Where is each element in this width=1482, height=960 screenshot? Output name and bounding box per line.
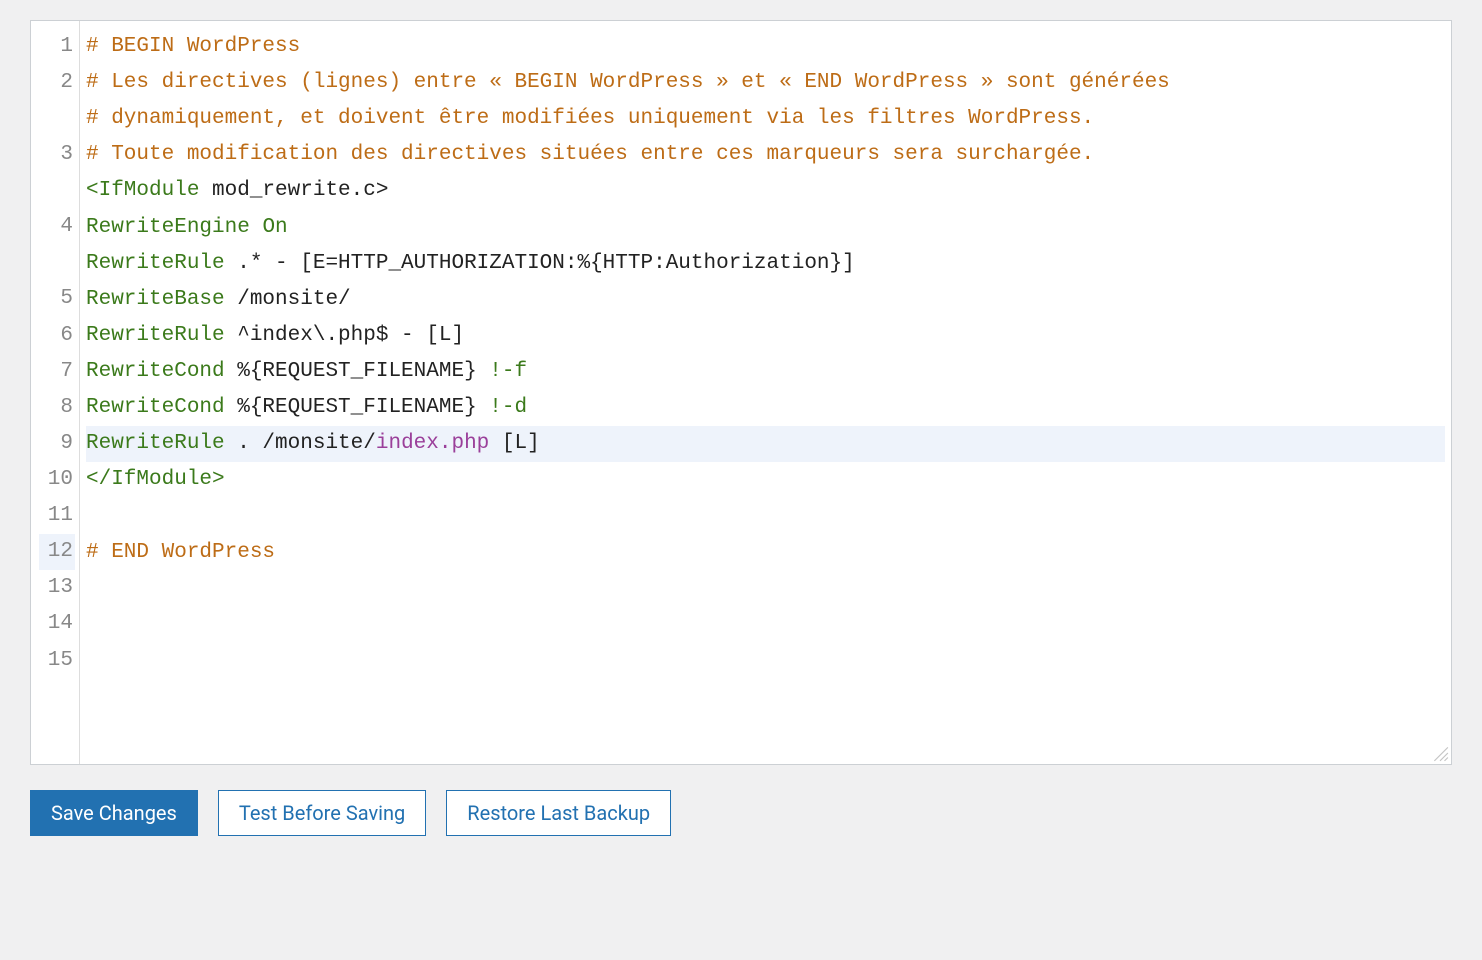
line-number: 4: [39, 209, 75, 245]
line-number: 13: [39, 570, 75, 606]
code-line[interactable]: # dynamiquement, et doivent être modifié…: [86, 101, 1445, 137]
line-number: 2: [39, 65, 75, 101]
save-changes-button[interactable]: Save Changes: [30, 790, 198, 836]
button-row: Save Changes Test Before Saving Restore …: [30, 790, 1452, 836]
line-number: 6: [39, 318, 75, 354]
line-number: 5: [39, 281, 75, 317]
code-content-area[interactable]: # BEGIN WordPress# Les directives (ligne…: [80, 21, 1451, 764]
restore-last-backup-button[interactable]: Restore Last Backup: [446, 790, 671, 836]
line-number: 11: [39, 498, 75, 534]
code-line[interactable]: # BEGIN WordPress: [86, 29, 1445, 65]
line-number: 3: [39, 137, 75, 173]
line-number-gutter: 123456789101112131415: [31, 21, 80, 764]
line-number: 14: [39, 606, 75, 642]
code-line[interactable]: RewriteCond %{REQUEST_FILENAME} !-d: [86, 390, 1445, 426]
code-line[interactable]: RewriteCond %{REQUEST_FILENAME} !-f: [86, 354, 1445, 390]
code-editor[interactable]: 123456789101112131415 # BEGIN WordPress#…: [31, 21, 1451, 764]
resize-handle-icon[interactable]: [1431, 744, 1449, 762]
test-before-saving-button[interactable]: Test Before Saving: [218, 790, 426, 836]
line-number: 7: [39, 354, 75, 390]
line-number: 8: [39, 390, 75, 426]
line-number: 15: [39, 643, 75, 679]
code-line[interactable]: [86, 498, 1445, 534]
code-line[interactable]: RewriteEngine On: [86, 210, 1445, 246]
line-number: 1: [39, 29, 75, 65]
htaccess-editor-container: 123456789101112131415 # BEGIN WordPress#…: [30, 20, 1452, 765]
code-line[interactable]: # Les directives (lignes) entre « BEGIN …: [86, 65, 1445, 101]
line-number: 9: [39, 426, 75, 462]
code-line[interactable]: RewriteBase /monsite/: [86, 282, 1445, 318]
code-line[interactable]: </IfModule>: [86, 462, 1445, 498]
code-line[interactable]: RewriteRule ^index\.php$ - [L]: [86, 318, 1445, 354]
code-line[interactable]: RewriteRule . /monsite/index.php [L]: [86, 426, 1445, 462]
line-number: 10: [39, 462, 75, 498]
line-number: 12: [39, 534, 75, 570]
code-line[interactable]: # END WordPress: [86, 535, 1445, 571]
code-line[interactable]: <IfModule mod_rewrite.c>: [86, 173, 1445, 209]
code-line[interactable]: # Toute modification des directives situ…: [86, 137, 1445, 173]
code-line[interactable]: RewriteRule .* - [E=HTTP_AUTHORIZATION:%…: [86, 246, 1445, 282]
